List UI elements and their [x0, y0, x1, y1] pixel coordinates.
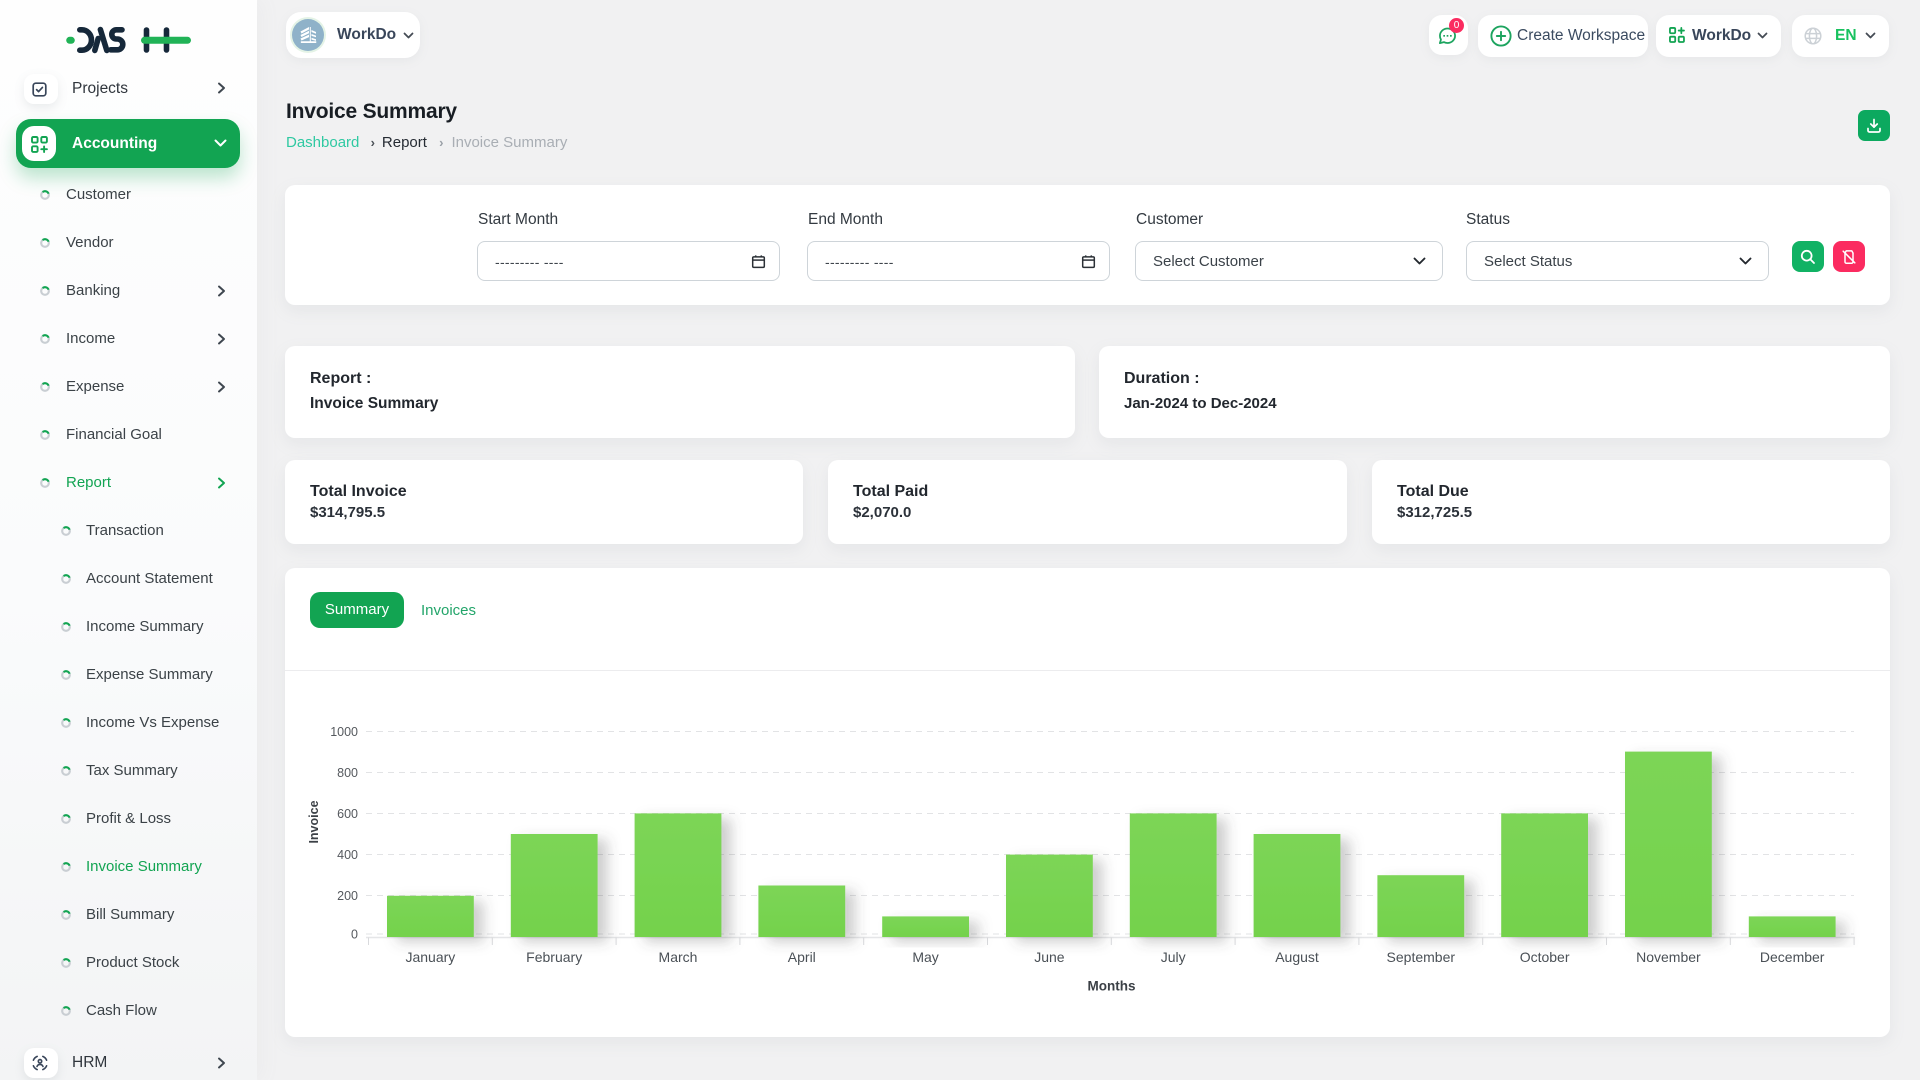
svg-text:Months: Months [1088, 979, 1136, 994]
svg-text:April: April [788, 949, 816, 965]
svg-text:January: January [405, 949, 455, 965]
svg-text:1000: 1000 [330, 725, 358, 739]
svg-text:0: 0 [351, 928, 358, 942]
svg-text:600: 600 [337, 807, 358, 821]
svg-text:November: November [1636, 949, 1701, 965]
svg-text:June: June [1034, 949, 1065, 965]
svg-text:Invoice: Invoice [307, 800, 321, 843]
svg-text:400: 400 [337, 848, 358, 862]
svg-text:February: February [526, 949, 582, 965]
svg-text:December: December [1760, 949, 1825, 965]
svg-text:200: 200 [337, 889, 358, 903]
svg-text:800: 800 [337, 766, 358, 780]
svg-text:July: July [1161, 949, 1186, 965]
svg-text:March: March [659, 949, 698, 965]
svg-text:October: October [1520, 949, 1570, 965]
svg-text:September: September [1387, 949, 1456, 965]
svg-text:August: August [1275, 949, 1319, 965]
svg-text:May: May [912, 949, 938, 965]
